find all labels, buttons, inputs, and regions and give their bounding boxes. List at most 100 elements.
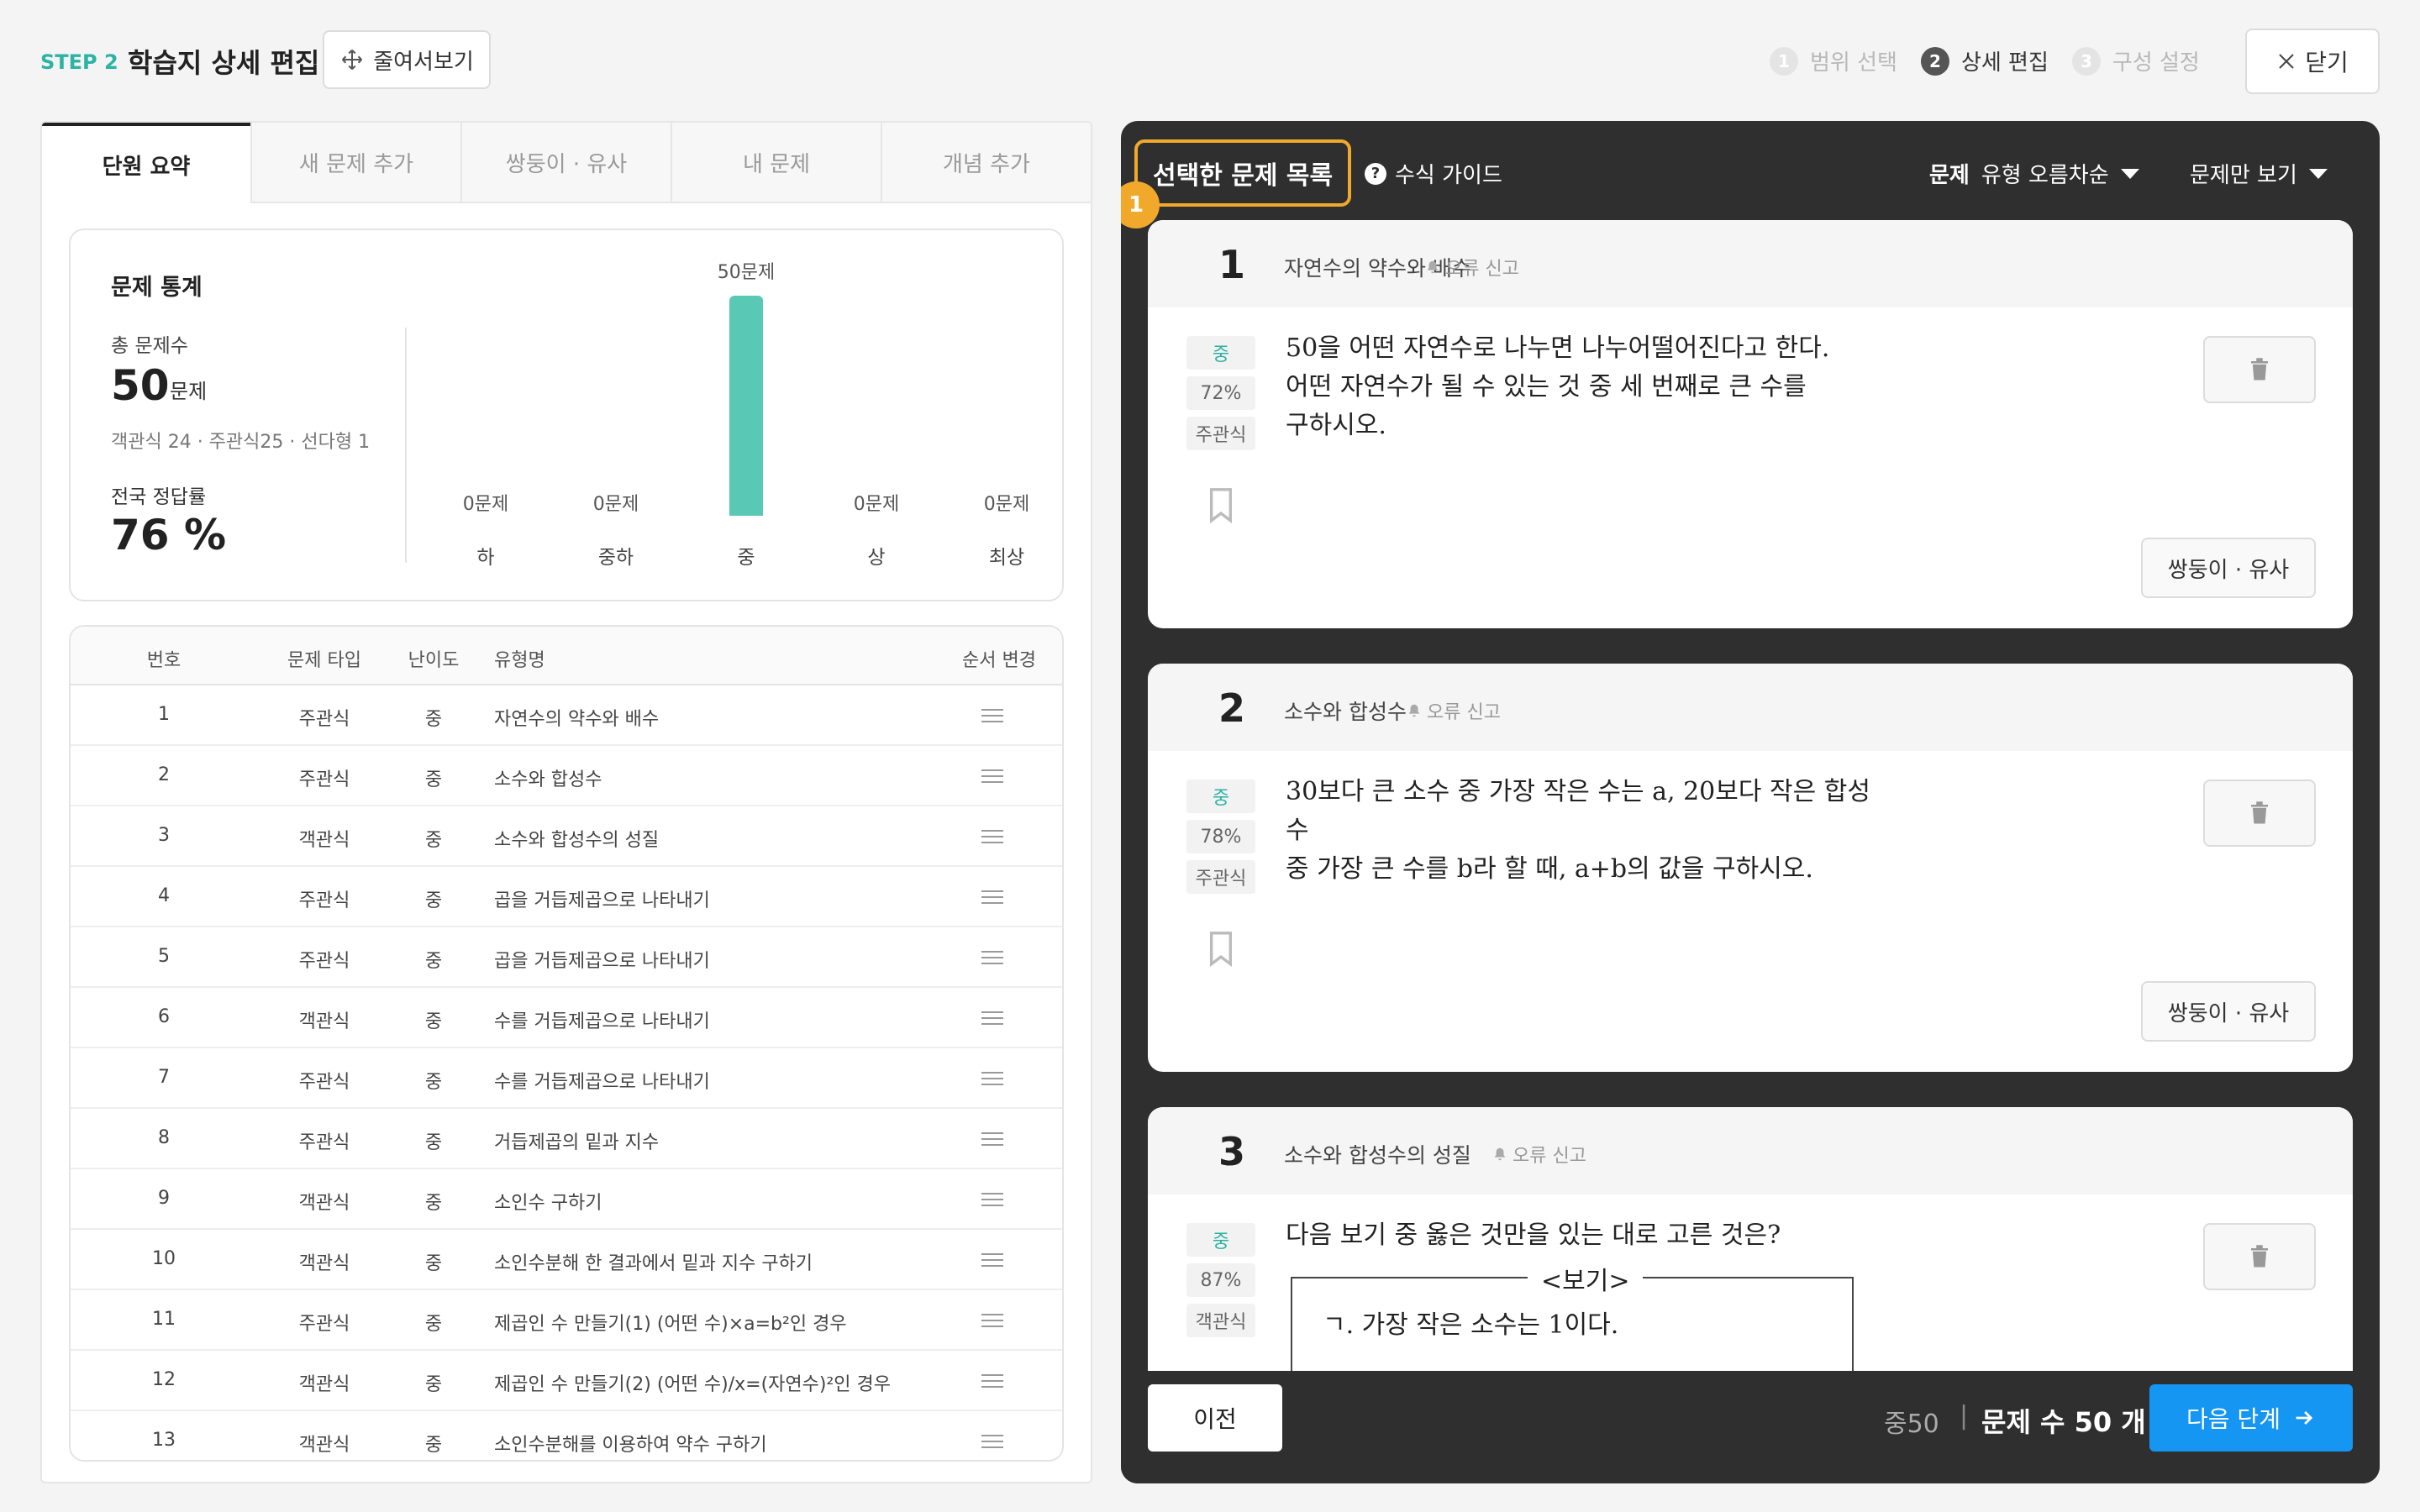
stats-divider <box>405 328 407 563</box>
bookmark-icon[interactable] <box>1207 487 1235 524</box>
page-title: 학습지 상세 편집 <box>128 47 320 79</box>
drag-handle-icon[interactable] <box>981 1253 1003 1267</box>
type-breakdown: 객관식 24 · 주관식25 · 선다형 1 <box>111 432 371 453</box>
table-row[interactable]: 4 주관식 중 곱을 거듭제곱으로 나타내기 <box>71 867 1062 927</box>
formula-guide-link[interactable]: ? 수식 가이드 <box>1365 158 1502 189</box>
cell-number: 4 <box>158 885 170 906</box>
table-row[interactable]: 10 객관식 중 소인수분해 한 결과에서 밑과 지수 구하기 <box>71 1230 1062 1290</box>
question-list[interactable]: 1 자연수의 약수와 배수 오류 신고중 72% 주관식 50을 어떤 자연수로 나누면 … <box>1148 220 2353 1373</box>
question-text: 다음 보기 중 옳은 것만을 있는 대로 고른 것은? <box>1286 1216 1891 1255</box>
drag-handle-icon[interactable] <box>981 951 1003 964</box>
delete-button[interactable] <box>2203 780 2316 847</box>
footer-bar: 이전 중50 | 문제 수 50 개 다음 단계 <box>1121 1371 2380 1483</box>
delete-button[interactable] <box>2203 336 2316 403</box>
col-header-type: 문제 타입 <box>287 650 361 671</box>
table-row[interactable]: 3 객관식 중 소수와 합성수의 성질 <box>71 806 1062 867</box>
drag-handle-icon[interactable] <box>981 709 1003 722</box>
cell-topic: 소수와 합성수 <box>494 769 602 790</box>
close-button[interactable]: 닫기 <box>2245 29 2380 94</box>
cell-number: 9 <box>158 1188 170 1209</box>
cell-topic: 수를 거듭제곱으로 나타내기 <box>494 1011 710 1032</box>
cell-type: 주관식 <box>298 709 350 730</box>
question-line: 50을 어떤 자연수로 나누면 나누어떨어진다고 한다. <box>1286 333 1830 363</box>
report-error-link[interactable]: 오류 신고 <box>1492 1141 1586 1168</box>
table-row[interactable]: 5 주관식 중 곱을 거듭제곱으로 나타내기 <box>71 927 1062 988</box>
sort-label: 유형 오름차순 <box>1981 163 2109 188</box>
step-label: STEP 2 <box>40 50 118 74</box>
step-label-text: 상세 편집 <box>1960 50 2049 76</box>
question-type-chip: 객관식 <box>1186 1304 1255 1337</box>
formula-guide-label: 수식 가이드 <box>1395 163 1502 188</box>
question-header: 2 소수와 합성수 오류 신고 <box>1148 664 2353 751</box>
question-number: 1 <box>1218 242 1246 287</box>
cell-type: 주관식 <box>298 1132 350 1153</box>
tab-add-new-question[interactable]: 새 문제 추가 <box>250 123 460 202</box>
twin-similar-button[interactable]: 쌍둥이 · 유사 <box>2141 981 2316 1042</box>
cell-topic: 거듭제곱의 밑과 지수 <box>494 1132 660 1153</box>
prev-button[interactable]: 이전 <box>1148 1384 1282 1452</box>
question-header: 1 자연수의 약수와 배수 오류 신고 <box>1148 220 2353 307</box>
cell-topic: 제곱인 수 만들기(1) (어떤 수)×a=b²인 경우 <box>494 1314 847 1335</box>
trash-icon <box>2249 801 2270 826</box>
drag-handle-icon[interactable] <box>981 1193 1003 1206</box>
cell-type: 주관식 <box>298 890 350 911</box>
table-row[interactable]: 7 주관식 중 수를 거듭제곱으로 나타내기 <box>71 1048 1062 1109</box>
chart-category-label: 중하 <box>597 547 634 569</box>
drag-handle-icon[interactable] <box>981 830 1003 843</box>
correct-rate-chip: 78% <box>1186 820 1255 853</box>
cell-difficulty: 중 <box>424 890 443 911</box>
tab-my-questions[interactable]: 내 문제 <box>671 123 881 202</box>
drag-handle-icon[interactable] <box>981 1374 1003 1388</box>
bell-icon <box>1407 703 1422 718</box>
next-step-button[interactable]: 다음 단계 <box>2149 1384 2353 1452</box>
arrow-right-icon <box>2296 1411 2313 1425</box>
selected-list-title: 선택한 문제 목록 <box>1134 139 1352 207</box>
view-mode-dropdown[interactable]: 문제만 보기 <box>2190 158 2328 189</box>
question-table: 번호 문제 타입 난이도 유형명 순서 변경 1 주관식 중 자연수의 약수와 배수 2… <box>69 625 1064 1462</box>
twin-similar-button[interactable]: 쌍둥이 · 유사 <box>2141 538 2316 598</box>
tab-add-concept[interactable]: 개념 추가 <box>881 123 1091 202</box>
tab-unit-summary[interactable]: 단원 요약 <box>42 123 250 203</box>
sort-dropdown[interactable]: 문제 유형 오름차순 <box>1929 158 2139 189</box>
drag-handle-icon[interactable] <box>981 890 1003 904</box>
question-type-chip: 주관식 <box>1186 860 1255 894</box>
help-icon: ? <box>1365 162 1386 185</box>
table-row[interactable]: 8 주관식 중 거듭제곱의 밑과 지수 <box>71 1109 1062 1169</box>
drag-handle-icon[interactable] <box>981 1435 1003 1448</box>
report-error-link[interactable]: 오류 신고 <box>1425 254 1519 281</box>
delete-button[interactable] <box>2203 1223 2316 1290</box>
cell-topic: 소수와 합성수의 성질 <box>494 830 660 851</box>
tab-twin-similar[interactable]: 쌍둥이 · 유사 <box>460 123 671 202</box>
table-row[interactable]: 13 객관식 중 소인수분해를 이용하여 약수 구하기 <box>71 1411 1062 1460</box>
col-header-difficulty: 난이도 <box>408 650 460 671</box>
cell-topic: 자연수의 약수와 배수 <box>494 709 660 730</box>
question-line: 다음 보기 중 옳은 것만을 있는 대로 고른 것은? <box>1286 1221 1781 1250</box>
drag-handle-icon[interactable] <box>981 769 1003 783</box>
cell-difficulty: 중 <box>424 1193 443 1214</box>
shrink-view-button[interactable]: 줄여서보기 <box>323 30 491 89</box>
question-meta: 중 72% 주관식 <box>1186 336 1255 457</box>
drag-handle-icon[interactable] <box>981 1314 1003 1327</box>
report-error-label: 오류 신고 <box>1512 1146 1586 1167</box>
drag-handle-icon[interactable] <box>981 1011 1003 1025</box>
difficulty-chip: 중 <box>1186 336 1255 370</box>
cell-topic: 제곱인 수 만들기(2) (어떤 수)/x=(자연수)²인 경우 <box>494 1374 891 1395</box>
cell-difficulty: 중 <box>424 1435 443 1456</box>
chart-value-label: 50문제 <box>717 262 776 283</box>
table-row[interactable]: 6 객관식 중 수를 거듭제곱으로 나타내기 <box>71 988 1062 1048</box>
table-row[interactable]: 1 주관식 중 자연수의 약수와 배수 <box>71 685 1062 746</box>
cell-difficulty: 중 <box>424 1374 443 1395</box>
table-row[interactable]: 11 주관식 중 제곱인 수 만들기(1) (어떤 수)×a=b²인 경우 <box>71 1290 1062 1351</box>
drag-handle-icon[interactable] <box>981 1072 1003 1085</box>
cell-topic: 소인수 구하기 <box>494 1193 602 1214</box>
table-row[interactable]: 12 객관식 중 제곱인 수 만들기(2) (어떤 수)/x=(자연수)²인 경우 <box>71 1351 1062 1411</box>
stepper: 1 범위 선택 2 상세 편집 3 구성 설정 <box>1770 45 2223 76</box>
table-row[interactable]: 2 주관식 중 소수와 합성수 <box>71 746 1062 806</box>
question-line: 어떤 자연수가 될 수 있는 것 중 세 번째로 큰 수를 <box>1286 372 1807 402</box>
cell-type: 객관식 <box>298 1011 350 1032</box>
table-row[interactable]: 9 객관식 중 소인수 구하기 <box>71 1169 1062 1230</box>
question-header: 3 소수와 합성수의 성질 오류 신고 <box>1148 1107 2353 1194</box>
report-error-link[interactable]: 오류 신고 <box>1407 697 1501 724</box>
bookmark-icon[interactable] <box>1207 931 1235 968</box>
drag-handle-icon[interactable] <box>981 1132 1003 1146</box>
